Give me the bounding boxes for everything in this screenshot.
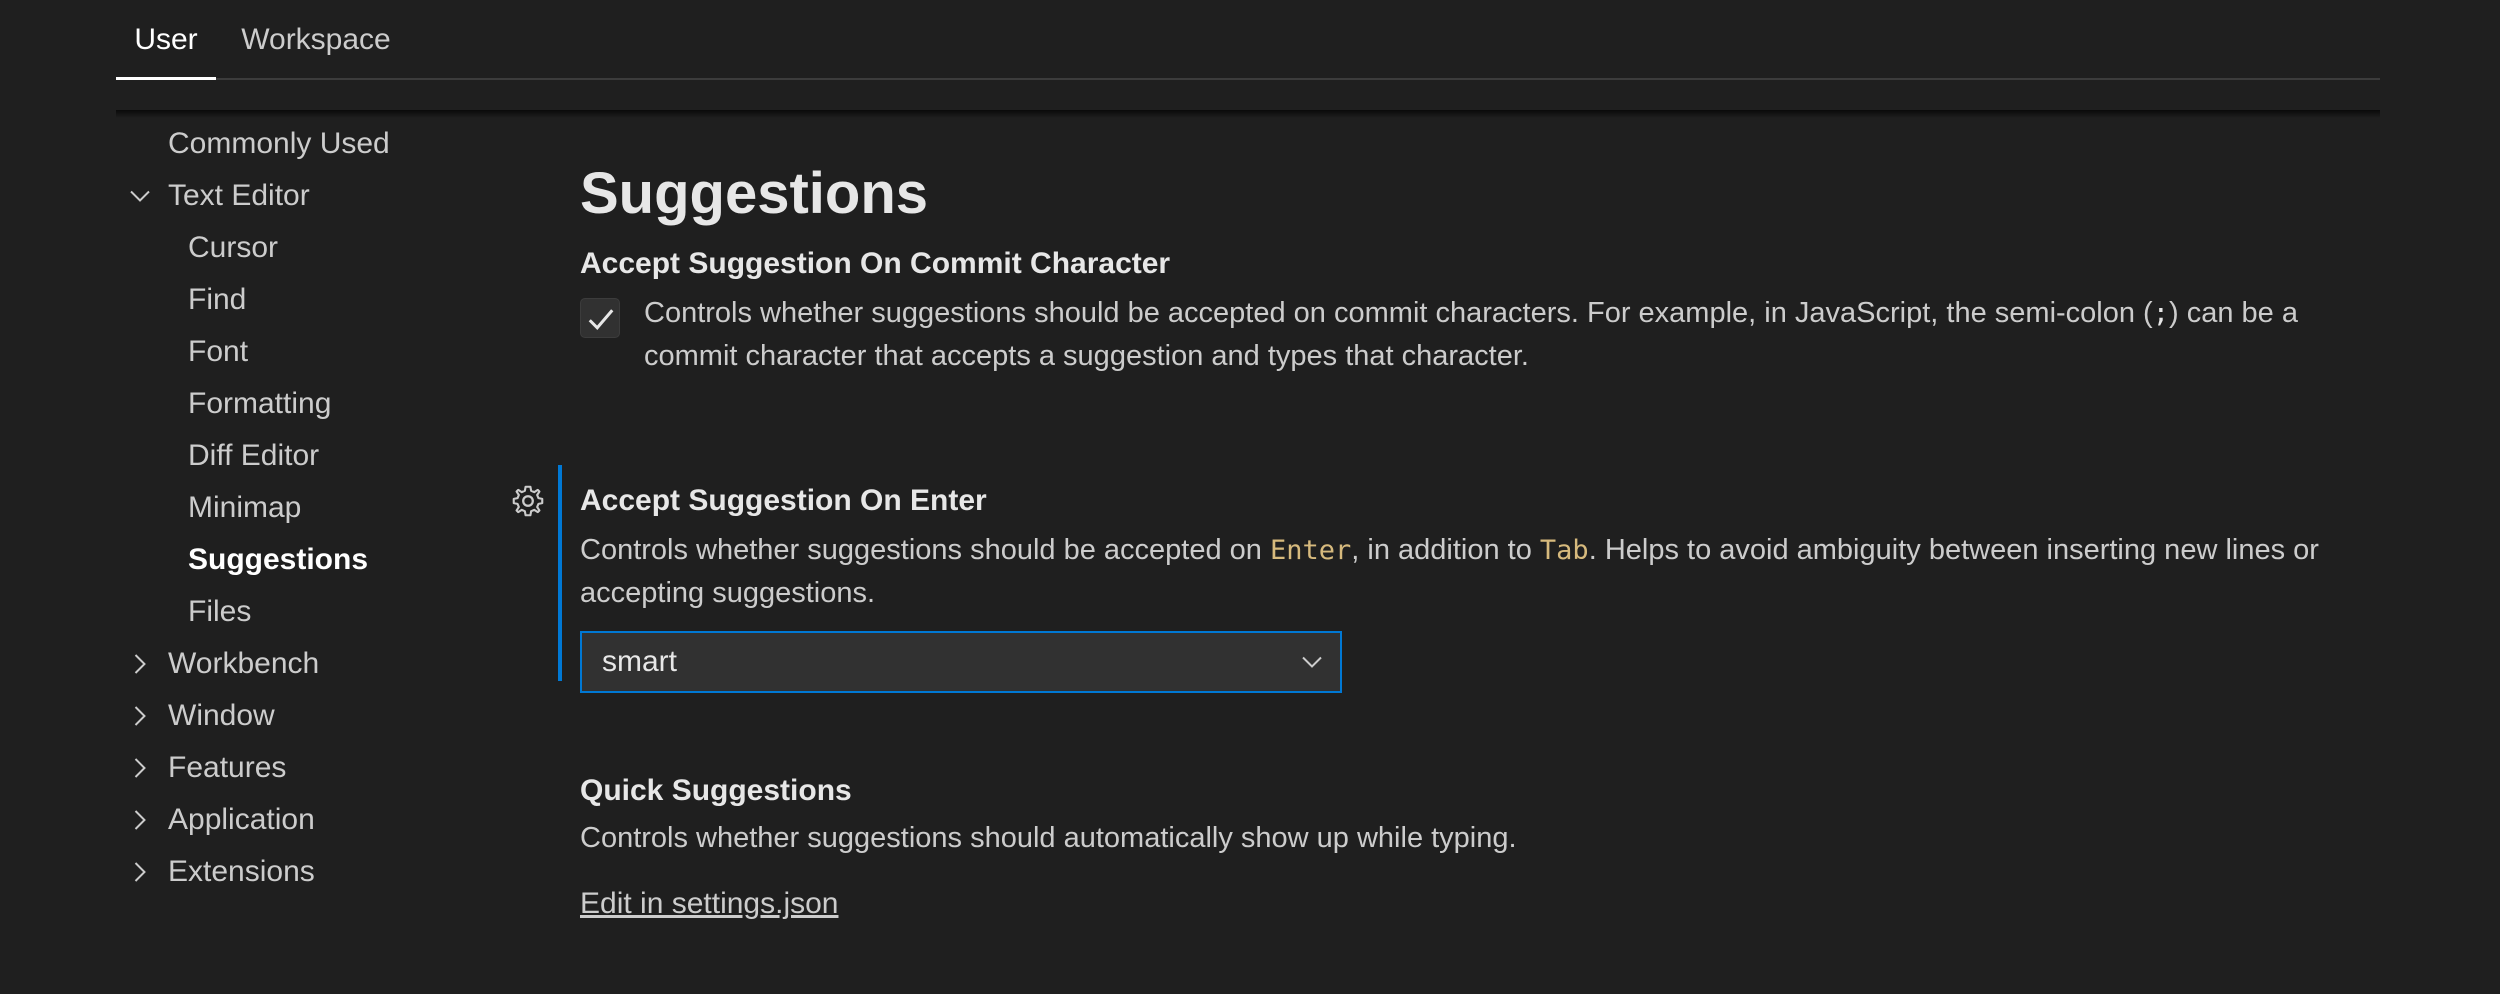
section-title: Suggestions xyxy=(580,161,929,226)
desc-code-tab: Tab xyxy=(1539,535,1589,566)
checkbox-row: Controls whether suggestions should be a… xyxy=(580,292,2380,378)
scope-tabs: User Workspace xyxy=(116,0,2380,80)
gear-icon[interactable] xyxy=(510,483,546,519)
toc-item-formatting[interactable]: Formatting xyxy=(116,378,536,430)
toc-item-label: Files xyxy=(188,595,252,628)
desc-text: Controls whether suggestions should be a… xyxy=(644,297,2153,329)
toc-item-commonly-used[interactable]: Commonly Used xyxy=(116,118,536,170)
toc-item-label: Application xyxy=(168,803,315,836)
toc-item-files[interactable]: Files xyxy=(116,586,536,638)
chevron-right-icon xyxy=(128,756,152,780)
accept-commit-checkbox[interactable] xyxy=(580,298,620,338)
toc-item-label: Extensions xyxy=(168,855,315,888)
toc-item-label: Font xyxy=(188,335,249,368)
tab-user[interactable]: User xyxy=(116,0,216,80)
toc-item-cursor[interactable]: Cursor xyxy=(116,222,536,274)
settings-list: Suggestions Accept Suggestion On Commit … xyxy=(512,150,2380,924)
edit-link-row: Edit in settings.json xyxy=(580,884,2380,924)
toc-item-features[interactable]: Features xyxy=(116,742,536,794)
chevron-right-icon xyxy=(128,860,152,884)
toc-item-window[interactable]: Window xyxy=(116,690,536,742)
toc-item-suggestions[interactable]: Suggestions xyxy=(116,534,536,586)
toc-item-application[interactable]: Application xyxy=(116,794,536,846)
tab-workspace[interactable]: Workspace xyxy=(236,0,396,80)
toc-item-label: Workbench xyxy=(168,647,320,680)
setting-description: Controls whether suggestions should be a… xyxy=(644,292,2380,378)
setting-description: Controls whether suggestions should auto… xyxy=(580,822,1517,854)
toc-item-minimap[interactable]: Minimap xyxy=(116,482,536,534)
toc-item-workbench[interactable]: Workbench xyxy=(116,638,536,690)
header-shadow xyxy=(116,110,2380,118)
settings-toc: Commonly Used Text Editor Cursor Find Fo… xyxy=(116,118,536,898)
edit-in-settings-json-link[interactable]: Edit in settings.json xyxy=(580,884,838,924)
desc-text: , in addition to xyxy=(1351,534,1540,566)
toc-item-find[interactable]: Find xyxy=(116,274,536,326)
setting-quick-suggestions: Quick Suggestions Controls whether sugge… xyxy=(580,771,2380,924)
toc-item-label: Find xyxy=(188,283,247,316)
toc-item-extensions[interactable]: Extensions xyxy=(116,846,536,898)
dropdown-value: smart xyxy=(602,645,677,678)
chevron-right-icon xyxy=(128,808,152,832)
toc-item-label: Diff Editor xyxy=(188,439,320,472)
desc-code-enter: Enter xyxy=(1270,535,1352,566)
check-icon xyxy=(588,309,614,330)
toc-item-label: Cursor xyxy=(188,231,279,264)
setting-title: Quick Suggestions xyxy=(580,774,852,807)
chevron-down-icon xyxy=(128,184,152,208)
desc-text: Controls whether suggestions should be a… xyxy=(580,534,1270,566)
toc-item-label: Commonly Used xyxy=(168,127,390,160)
toc-item-text-editor[interactable]: Text Editor xyxy=(116,170,536,222)
setting-title: Accept Suggestion On Commit Character xyxy=(580,247,1171,280)
toc-item-label: Suggestions xyxy=(188,543,369,576)
toc-item-label: Minimap xyxy=(188,491,302,524)
desc-code: ; xyxy=(2152,298,2169,329)
toc-item-label: Window xyxy=(168,699,275,732)
toc-item-label: Text Editor xyxy=(168,179,310,212)
setting-accept-on-enter: Accept Suggestion On Enter Controls whet… xyxy=(512,465,2380,693)
accept-on-enter-dropdown[interactable]: smart xyxy=(580,631,1342,693)
chevron-down-icon xyxy=(1300,650,1324,674)
setting-accept-on-commit-character: Accept Suggestion On Commit Character Co… xyxy=(580,244,2380,378)
settings-editor: User Workspace Commonly Used Text Editor… xyxy=(0,0,2500,994)
chevron-right-icon xyxy=(128,652,152,676)
toc-item-font[interactable]: Font xyxy=(116,326,536,378)
toc-item-diff-editor[interactable]: Diff Editor xyxy=(116,430,536,482)
chevron-right-icon xyxy=(128,704,152,728)
toc-item-label: Formatting xyxy=(188,387,332,420)
toc-item-label: Features xyxy=(168,751,287,784)
setting-description: Controls whether suggestions should be a… xyxy=(580,529,2380,615)
setting-title: Accept Suggestion On Enter xyxy=(580,484,987,517)
